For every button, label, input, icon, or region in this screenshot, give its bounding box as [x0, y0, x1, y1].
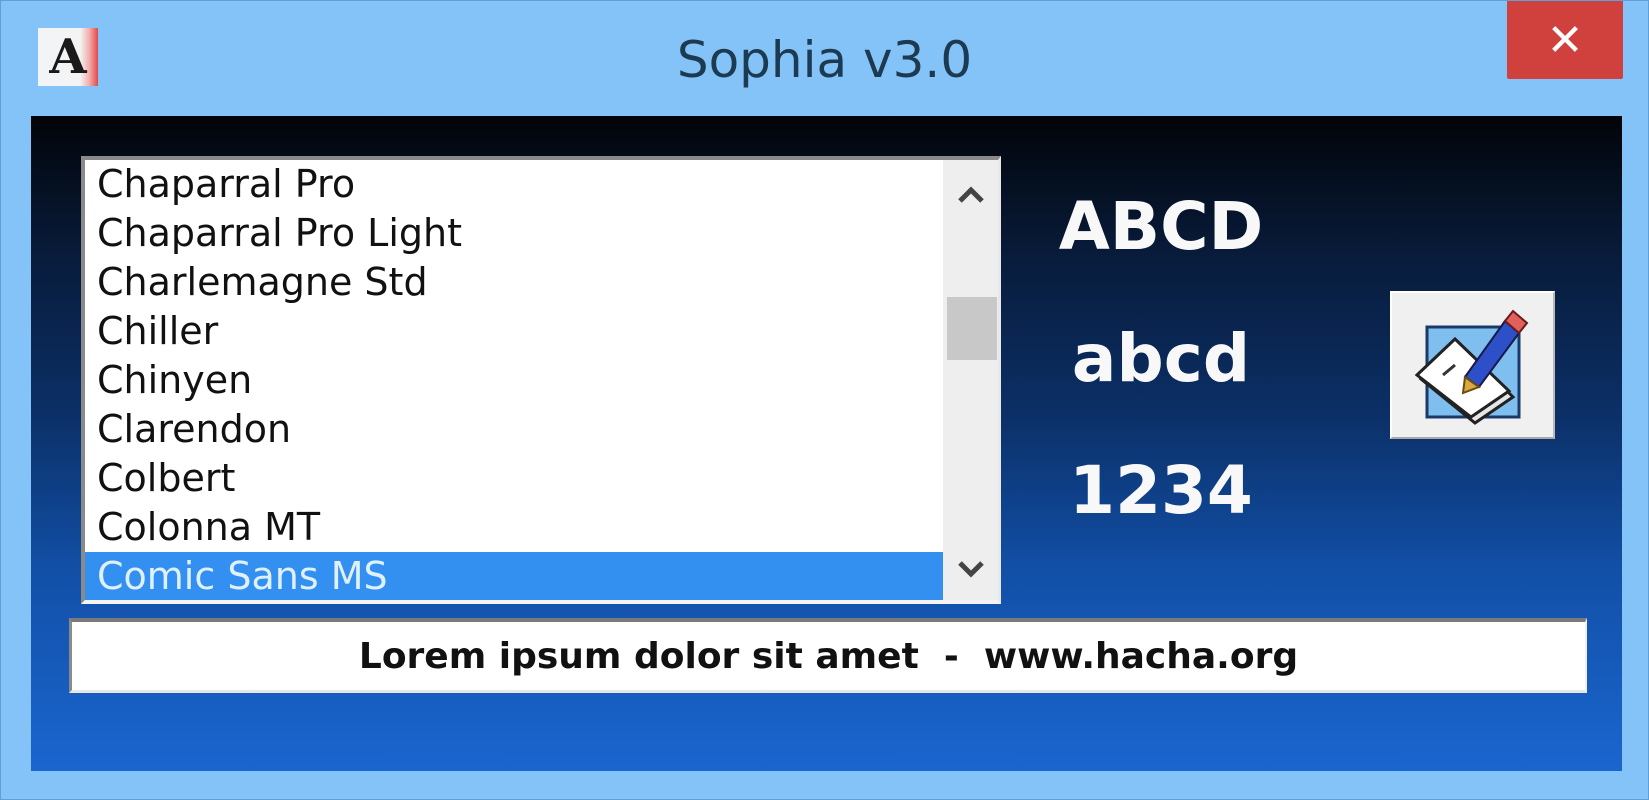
close-button[interactable]: ✕	[1507, 1, 1623, 79]
font-listbox[interactable]: Chaparral Pro Chaparral Pro Light Charlema…	[81, 156, 1001, 604]
list-item[interactable]: Clarendon	[85, 405, 943, 454]
preview-digits: 1234	[1069, 452, 1253, 529]
scroll-up-button[interactable]	[943, 170, 998, 220]
chevron-down-icon	[957, 561, 984, 578]
list-item[interactable]: Chinyen	[85, 356, 943, 405]
list-item[interactable]: Colbert	[85, 454, 943, 503]
list-item[interactable]: Charlemagne Std	[85, 258, 943, 307]
list-item[interactable]: Chaparral Pro	[85, 160, 943, 209]
scroll-thumb[interactable]	[947, 297, 997, 360]
close-icon: ✕	[1546, 14, 1584, 66]
chevron-up-icon	[957, 186, 984, 203]
list-item[interactable]: Colonna MT	[85, 503, 943, 552]
list-item[interactable]: Chaparral Pro Light	[85, 209, 943, 258]
edit-document-pencil-icon	[1414, 309, 1528, 425]
list-item-selected[interactable]: Comic Sans MS	[85, 552, 943, 600]
preview-uppercase: ABCD	[1058, 188, 1264, 265]
edit-button[interactable]	[1390, 291, 1555, 439]
font-list: Chaparral Pro Chaparral Pro Light Charlema…	[85, 160, 943, 600]
list-item[interactable]: Chiller	[85, 307, 943, 356]
scroll-down-button[interactable]	[943, 544, 998, 594]
status-bar: Lorem ipsum dolor sit amet - www.hacha.o…	[69, 618, 1587, 693]
app-window: A Sophia v3.0 ✕ Chaparral Pro Chaparral P…	[0, 0, 1649, 800]
vertical-scrollbar[interactable]	[943, 160, 998, 600]
preview-lowercase: abcd	[1071, 320, 1251, 397]
main-panel: Chaparral Pro Chaparral Pro Light Charlema…	[31, 116, 1622, 771]
window-title: Sophia v3.0	[676, 31, 973, 89]
title-bar[interactable]: A Sophia v3.0 ✕	[1, 1, 1648, 116]
